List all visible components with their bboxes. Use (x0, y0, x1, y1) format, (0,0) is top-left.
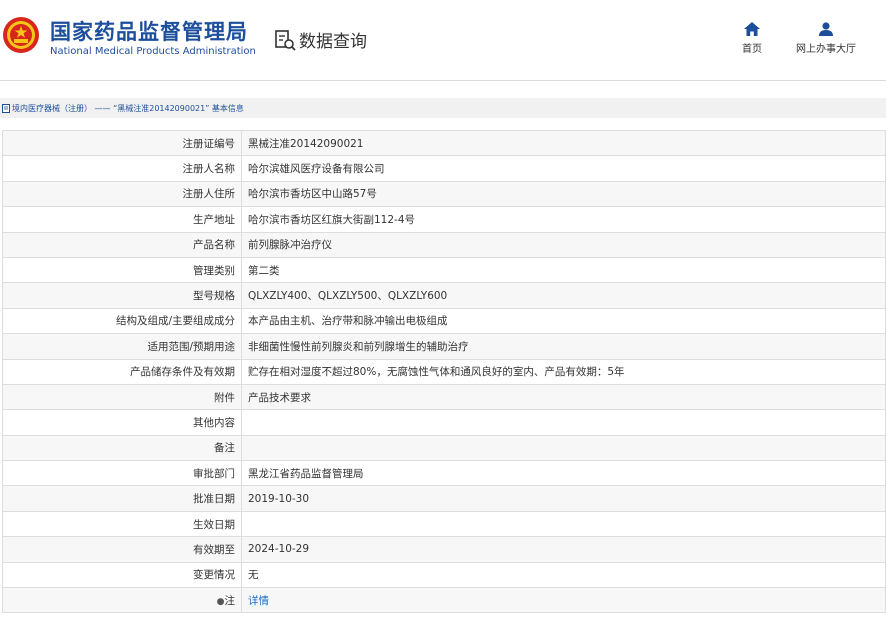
home-icon (744, 22, 760, 36)
field-value (241, 510, 886, 538)
nav-home[interactable]: 首页 (742, 22, 762, 55)
field-value: 本产品由主机、治疗带和脉冲输出电极组成 (241, 307, 886, 335)
field-value (241, 409, 886, 436)
field-value: 哈尔滨市香坊区中山路57号 (241, 180, 886, 208)
nav-online-hall-label: 网上办事大厅 (796, 44, 856, 55)
field-label: 产品储存条件及有效期 (2, 358, 242, 385)
table-row: 管理类别 第二类 (2, 256, 886, 284)
table-row: 产品名称 前列腺脉冲治疗仪 (2, 231, 886, 258)
table-row: 注册人名称 哈尔滨雄风医疗设备有限公司 (2, 155, 886, 182)
registration-detail-table: 注册证编号 黑械注准20142090021 注册人名称 哈尔滨雄风医疗设备有限公司 注册… (2, 129, 886, 614)
field-value: 2024-10-29 (241, 536, 886, 563)
table-row: 审批部门 黑龙江省药品监督管理局 (2, 460, 886, 487)
field-label: 型号规格 (2, 282, 242, 309)
field-value: 黑龙江省药品监督管理局 (241, 460, 886, 487)
table-row: 注册证编号 黑械注准20142090021 (2, 129, 886, 157)
field-value: 第二类 (241, 256, 886, 284)
field-label: 注册证编号 (2, 129, 242, 157)
note-label-cell: ●注 (2, 587, 242, 614)
field-label: 适用范围/预期用途 (2, 333, 242, 360)
details-link[interactable]: 详情 (248, 595, 269, 607)
field-value: 无 (241, 561, 886, 589)
note-value-cell: 详情 (241, 587, 886, 614)
table-row: 有效期至 2024-10-29 (2, 536, 886, 563)
site-header: 国家药品监督管理局 National Medical Products Admi… (0, 0, 886, 81)
nav-online-hall[interactable]: 网上办事大厅 (796, 22, 856, 55)
table-row-note: ●注 详情 (2, 587, 886, 614)
field-label: 批准日期 (2, 485, 242, 512)
field-value: 产品技术要求 (241, 383, 886, 411)
table-row: 生产地址 哈尔滨市香坊区红旗大街副112-4号 (2, 206, 886, 233)
field-label: 注册人名称 (2, 155, 242, 182)
field-label: 审批部门 (2, 460, 242, 487)
note-label: 注 (224, 594, 236, 607)
table-row: 备注 (2, 434, 886, 462)
field-value: 黑械注准20142090021 (241, 129, 886, 157)
field-value: 2019-10-30 (241, 485, 886, 512)
field-value: QLXZLY400、QLXZLY500、QLXZLY600 (241, 282, 886, 309)
field-label: 有效期至 (2, 536, 242, 563)
user-icon (819, 22, 833, 36)
field-value: 哈尔滨市香坊区红旗大街副112-4号 (241, 206, 886, 233)
table-row: 注册人住所 哈尔滨市香坊区中山路57号 (2, 180, 886, 208)
field-label: 生产地址 (2, 206, 242, 233)
field-label: 附件 (2, 383, 242, 411)
field-label: 结构及组成/主要组成成分 (2, 307, 242, 335)
document-search-icon (275, 29, 296, 51)
field-label: 变更情况 (2, 561, 242, 589)
field-value: 非细菌性慢性前列腺炎和前列腺增生的辅助治疗 (241, 333, 886, 360)
data-query-link[interactable]: 数据查询 (274, 27, 367, 52)
location-pin-icon: ● (216, 596, 225, 607)
document-icon (2, 103, 10, 113)
field-value: 哈尔滨雄风医疗设备有限公司 (241, 155, 886, 182)
field-label: 管理类别 (2, 256, 242, 284)
national-emblem-icon (3, 17, 39, 53)
field-value: 前列腺脉冲治疗仪 (241, 231, 886, 258)
field-label: 注册人住所 (2, 180, 242, 208)
table-row: 其他内容 (2, 409, 886, 436)
field-label: 其他内容 (2, 409, 242, 436)
table-row: 批准日期 2019-10-30 (2, 485, 886, 512)
field-label: 生效日期 (2, 510, 242, 538)
breadcrumb: 境内医疗器械（注册） —— “黑械注准20142090021” 基本信息 (0, 98, 886, 118)
breadcrumb-text[interactable]: 境内医疗器械（注册） —— “黑械注准20142090021” 基本信息 (12, 103, 244, 114)
nav-home-label: 首页 (742, 44, 762, 55)
field-value (241, 434, 886, 462)
field-label: 备注 (2, 434, 242, 462)
table-row: 附件 产品技术要求 (2, 383, 886, 411)
table-row: 产品储存条件及有效期 贮存在相对湿度不超过80%，无腐蚀性气体和通风良好的室内、产… (2, 358, 886, 385)
table-row: 生效日期 (2, 510, 886, 538)
table-row: 变更情况无 (2, 561, 886, 589)
site-title: 国家药品监督管理局 (50, 20, 248, 44)
table-row: 型号规格 QLXZLY400、QLXZLY500、QLXZLY600 (2, 282, 886, 309)
field-label: 产品名称 (2, 231, 242, 258)
site-subtitle: National Medical Products Administration (50, 46, 256, 57)
table-row: 适用范围/预期用途 非细菌性慢性前列腺炎和前列腺增生的辅助治疗 (2, 333, 886, 360)
field-value: 贮存在相对湿度不超过80%，无腐蚀性气体和通风良好的室内、产品有效期：5年 (241, 358, 886, 385)
table-row: 结构及组成/主要组成成分 本产品由主机、治疗带和脉冲输出电极组成 (2, 307, 886, 335)
data-query-label: 数据查询 (299, 32, 367, 52)
